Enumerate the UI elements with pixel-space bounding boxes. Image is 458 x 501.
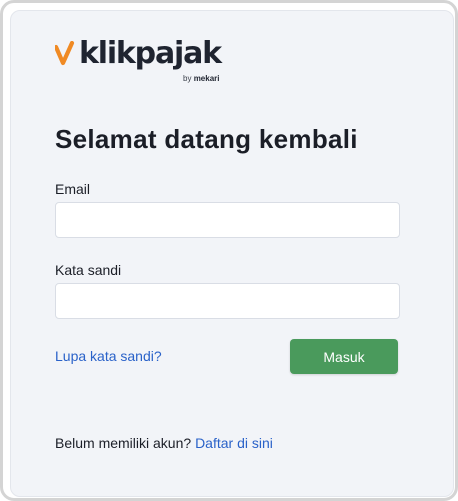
brand-byline: by mekari xyxy=(183,74,219,84)
window-frame: klikpajak by mekari Selamat datang kemba… xyxy=(0,0,458,501)
signup-prompt-text: Belum memiliki akun? xyxy=(55,435,192,451)
byline-prefix: by xyxy=(183,74,192,83)
signup-prompt: Belum memiliki akun? Daftar di sini xyxy=(55,435,273,451)
checkmark-logo-icon xyxy=(55,41,75,66)
email-field[interactable] xyxy=(55,202,400,238)
login-button[interactable]: Masuk xyxy=(290,339,398,374)
klikpajak-logo: klikpajak by mekari xyxy=(55,36,225,87)
login-card: klikpajak by mekari Selamat datang kemba… xyxy=(10,10,454,497)
signup-link[interactable]: Daftar di sini xyxy=(195,435,273,451)
password-label: Kata sandi xyxy=(55,262,122,278)
password-field[interactable] xyxy=(55,283,400,319)
forgot-password-link[interactable]: Lupa kata sandi? xyxy=(55,348,162,364)
byline-company: mekari xyxy=(193,74,220,83)
email-label: Email xyxy=(55,181,91,197)
page-title: Selamat datang kembali xyxy=(55,124,358,154)
brand-name: klikpajak xyxy=(79,36,222,71)
